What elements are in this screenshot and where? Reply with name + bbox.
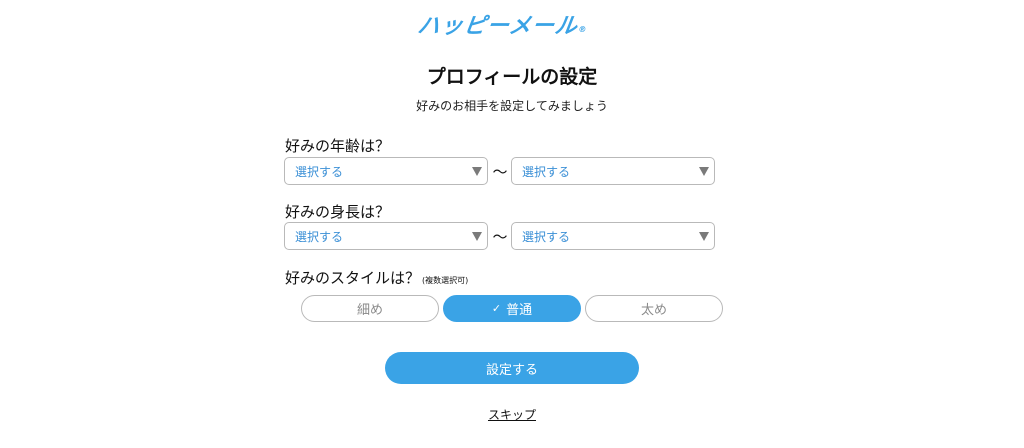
chevron-down-icon xyxy=(472,232,482,241)
style-question-text: 好みのスタイルは？ xyxy=(285,269,421,287)
registered-mark: ® xyxy=(577,24,589,34)
skip-container: スキップ xyxy=(0,406,1024,423)
chevron-down-icon xyxy=(699,232,709,241)
profile-settings-page: ハッピーメール ® プロフィールの設定 好みのお相手を設定してみましょう 好みの… xyxy=(0,0,1024,448)
logo-text: ハッピーメール xyxy=(415,14,580,39)
age-min-select[interactable]: 選択する xyxy=(284,157,488,185)
chevron-down-icon xyxy=(472,167,482,176)
height-question-label: 好みの身長は？ xyxy=(285,203,391,221)
age-max-select[interactable]: 選択する xyxy=(511,157,715,185)
height-range-separator: 〜 xyxy=(492,228,508,246)
style-option-label: 太め xyxy=(640,303,667,318)
age-question-label: 好みの年齢は？ xyxy=(285,137,391,155)
submit-label: 設定する xyxy=(485,362,538,378)
style-question-label: 好みのスタイルは？ (複数選択可) xyxy=(285,267,468,288)
multiple-choice-note: (複数選択可) xyxy=(422,276,469,285)
style-option-label: 普通 xyxy=(506,303,533,318)
age-min-value: 選択する xyxy=(295,164,344,179)
style-option-label: 細め xyxy=(356,303,383,318)
skip-link[interactable]: スキップ xyxy=(488,408,536,422)
submit-settings-button[interactable]: 設定する xyxy=(385,352,639,384)
height-min-select[interactable]: 選択する xyxy=(284,222,488,250)
page-title: プロフィールの設定 xyxy=(426,66,598,88)
height-max-value: 選択する xyxy=(522,229,571,244)
age-max-value: 選択する xyxy=(522,164,571,179)
chevron-down-icon xyxy=(699,167,709,176)
style-option-slim[interactable]: 細め xyxy=(301,295,439,322)
happymail-logo: ハッピーメール ® xyxy=(416,9,610,39)
page-subtitle: 好みのお相手を設定してみましょう xyxy=(416,99,608,113)
age-range-separator: 〜 xyxy=(492,163,508,181)
height-min-value: 選択する xyxy=(295,229,344,244)
style-option-average[interactable]: ✓ 普通 xyxy=(443,295,581,322)
height-max-select[interactable]: 選択する xyxy=(511,222,715,250)
check-icon: ✓ xyxy=(491,302,502,315)
style-option-heavy[interactable]: 太め xyxy=(585,295,723,322)
